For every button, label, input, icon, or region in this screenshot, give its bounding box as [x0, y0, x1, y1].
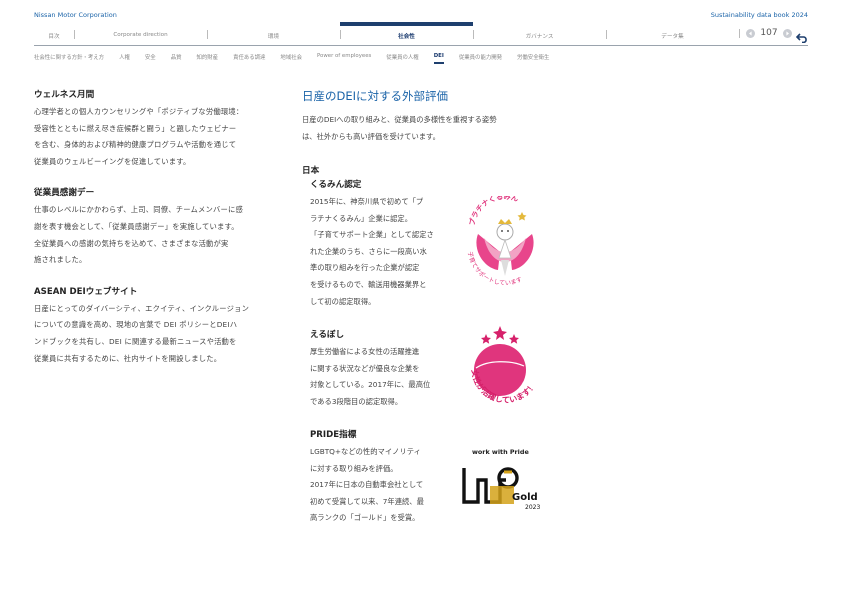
section-title: ウェルネス月間	[34, 90, 95, 100]
text-line: を含む、身体的および精神的健康プログラムや活動を通じて	[34, 140, 237, 150]
text-line: は、社外からも高い評価を受けています。	[302, 131, 440, 141]
section-title: 従業員感謝デー	[34, 188, 95, 199]
award-body: 2015年に、神奈川県で初めて「プ ラチナくるみん」企業に認定。 「子育てサポー…	[310, 194, 456, 310]
subnav-power-of-employees[interactable]: Power of employees	[317, 53, 371, 67]
eruboshi-logo: 女性が活躍しています！	[462, 320, 552, 416]
text-line: 全従業員への感謝の気持ちを込めて、さまざまな活動が実	[34, 238, 229, 248]
tab-social[interactable]: 社会性	[340, 22, 473, 46]
text-line: 受容性とともに燃え尽き症候群と闘う」と題したウェビナー	[34, 123, 237, 133]
subnav-safety[interactable]: 安全	[145, 53, 156, 67]
text-line: に関する状況などが優良な企業を	[310, 363, 420, 373]
section-body: 日産にとってのダイバーシティ、エクイティ、インクルージョン についての意識を高め…	[34, 301, 274, 367]
text-line: 「子育てサポート企業」として認定さ	[310, 230, 434, 240]
subnav-human-rights[interactable]: 人権	[119, 53, 130, 67]
text-line: 謝を表す機会として、「従業員感謝デー」を実施しています。	[34, 221, 239, 231]
text-line: 従業員のウェルビーイングを促進しています。	[34, 156, 191, 166]
text-line: LGBTQ+などの性的マイノリティ	[310, 447, 421, 456]
subnav-ip[interactable]: 知的財産	[196, 53, 218, 67]
company-name[interactable]: Nissan Motor Corporation	[34, 11, 117, 19]
section-body: 心理学者との個人カウンセリングや「ポジティブな労働環境： 受容性とともに燃え尽き…	[34, 104, 274, 170]
sub-navigation: 社会性に関する方針・考え方 人権 安全 品質 知的財産 責任ある調達 地域社会 …	[34, 53, 564, 67]
subnav-community[interactable]: 地域社会	[280, 53, 302, 67]
pager-divider	[739, 28, 740, 38]
text-line: して初の認定取得。	[310, 296, 376, 306]
award-eruboshi: えるぼし 厚生労働省による女性の活躍推進 に関する状況などが優良な企業を 対象と…	[310, 326, 542, 410]
subnav-policy[interactable]: 社会性に関する方針・考え方	[34, 53, 104, 67]
region-label: 日本	[302, 166, 320, 176]
top-navigation: 目次 Corporate direction 環境 社会性 ガバナンス データ集…	[34, 22, 808, 46]
award-kurumin: くるみん認定 2015年に、神奈川県で初めて「プ ラチナくるみん」企業に認定。 …	[310, 178, 542, 310]
svg-text:2023: 2023	[525, 504, 540, 511]
text-line: についての意識を高め、現地の言葉で DEI ポリシーとDEIハ	[34, 320, 238, 330]
text-line: 初めて受賞して以来、7年連続、最	[310, 496, 424, 506]
text-line: 2017年に日本の自動車会社として	[310, 480, 424, 490]
text-line: ラチナくるみん」企業に認定。	[310, 213, 413, 223]
asean-dei-website-section: ASEAN DEIウェブサイト 日産にとってのダイバーシティ、エクイティ、インク…	[34, 285, 274, 367]
back-icon[interactable]	[795, 28, 808, 44]
award-body: LGBTQ+などの性的マイノリティ に対する取り組みを評価。 2017年に日本の…	[310, 444, 456, 527]
award-pride-index: PRIDE指標 LGBTQ+などの性的マイノリティ に対する取り組みを評価。 2…	[310, 428, 542, 527]
award-title: PRIDE指標	[310, 430, 357, 440]
section-title: ASEAN DEIウェブサイト	[34, 286, 138, 297]
text-line: ンドブックを共有し、DEI に関連する最新ニュースや活動を	[34, 336, 237, 346]
text-line: 2015年に、神奈川県で初めて「プ	[310, 197, 424, 206]
text-line: 厚生労働省による女性の活躍推進	[310, 347, 420, 356]
wellness-month-section: ウェルネス月間 心理学者との個人カウンセリングや「ポジティブな労働環境： 受容性…	[34, 88, 274, 170]
text-line: 対象としている。2017年に、最高位	[310, 380, 431, 390]
nav-tabs: 目次 Corporate direction 環境 社会性 ガバナンス データ集	[34, 22, 739, 46]
text-line: である3段階目の認定取得。	[310, 396, 403, 406]
subnav-employee-rights[interactable]: 従業員の人権	[386, 53, 418, 67]
subnav-development[interactable]: 従業員の能力開発	[459, 53, 502, 67]
svg-text:Gold: Gold	[512, 492, 538, 503]
text-line: 高ランクの「ゴールド」を受賞。	[310, 513, 420, 523]
page-number: 107	[760, 28, 778, 38]
right-column: 日産のDEIに対する外部評価 日産のDEIへの取り組みと、従業員の多様性を重視す…	[302, 88, 542, 548]
svg-text:work with Pride: work with Pride	[472, 448, 529, 456]
tab-data[interactable]: データ集	[606, 22, 739, 46]
svg-text:プラチナくるみん: プラチナくるみん	[467, 196, 519, 226]
subnav-occupational-safety[interactable]: 労働安全衛生	[517, 53, 549, 67]
text-line: 施されました。	[34, 255, 87, 265]
text-line: 従業員に共有するために、社内サイトを開設しました。	[34, 353, 222, 363]
award-title: くるみん認定	[310, 180, 362, 190]
text-line: 準の取り組みを行った企業が認定	[310, 263, 420, 273]
text-line: 日産のDEIへの取り組みと、従業員の多様性を重視する姿勢	[302, 115, 497, 124]
next-page-icon[interactable]	[783, 28, 792, 38]
intro-text: 日産のDEIへの取り組みと、従業員の多様性を重視する姿勢 は、社外からも高い評価…	[302, 112, 542, 145]
text-line: 心理学者との個人カウンセリングや「ポジティブな労働環境：	[34, 107, 244, 116]
prev-page-icon[interactable]	[746, 28, 755, 38]
book-title: Sustainability data book 2024	[710, 11, 808, 19]
text-line: 日産にとってのダイバーシティ、エクイティ、インクルージョン	[34, 303, 250, 313]
page-title: 日産のDEIに対する外部評価	[302, 89, 449, 103]
appreciation-day-section: 従業員感謝デー 仕事のレベルにかかわらず、上司、同僚、チームメンバーに感 謝を表…	[34, 186, 274, 268]
left-column: ウェルネス月間 心理学者との個人カウンセリングや「ポジティブな労働環境： 受容性…	[34, 88, 274, 383]
tab-governance[interactable]: ガバナンス	[473, 22, 606, 46]
subnav-procurement[interactable]: 責任ある調達	[233, 53, 265, 67]
tab-corporate-direction[interactable]: Corporate direction	[74, 22, 207, 46]
pager: 107	[739, 28, 808, 44]
section-body: 仕事のレベルにかかわらず、上司、同僚、チームメンバーに感 謝を表す機会として、「…	[34, 202, 274, 268]
tab-environment[interactable]: 環境	[207, 22, 340, 46]
text-line: れた企業のうち、さらに一段高い水	[310, 246, 427, 256]
subnav-quality[interactable]: 品質	[171, 53, 182, 67]
pride-gold-logo: work with Pride Gold 2023	[462, 444, 548, 520]
text-line: に対する取り組みを評価。	[310, 463, 398, 473]
award-body: 厚生労働省による女性の活躍推進 に関する状況などが優良な企業を 対象としている。…	[310, 344, 456, 410]
tab-contents[interactable]: 目次	[34, 22, 74, 46]
platinum-kurumin-logo: プラチナくるみん 子育てサポートしています	[462, 192, 548, 292]
text-line: 仕事のレベルにかかわらず、上司、同僚、チームメンバーに感	[34, 205, 244, 215]
text-line: を受けるもので、輸送用機器業界と	[310, 279, 427, 289]
subnav-dei[interactable]: DEI	[433, 53, 445, 67]
